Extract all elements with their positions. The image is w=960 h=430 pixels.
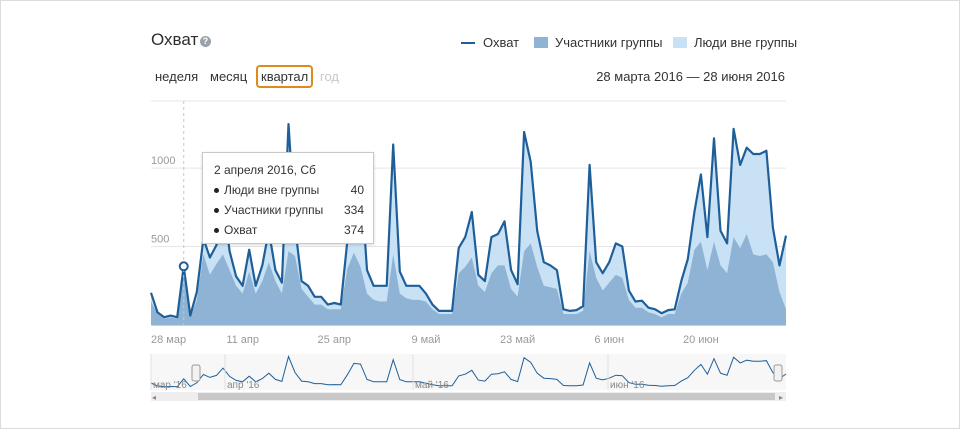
x-tick-label: 20 июн (683, 334, 719, 346)
scroll-left-arrow-icon: ◂ (152, 393, 156, 402)
range-navigator: мар '16 апр '16 май '16 июн '16 ◂ ▸ (150, 354, 787, 402)
x-tick-label: 6 июн (594, 334, 624, 346)
tooltip-date: 2 апреля 2016, Сб (214, 163, 316, 177)
x-tick-label: 11 апр (226, 334, 259, 346)
scroll-right-arrow-icon: ▸ (779, 393, 783, 402)
navigator-label: май '16 (415, 380, 449, 391)
tooltip-row-members: Участники группы 334 (214, 203, 364, 217)
x-tick-label: 9 май (411, 334, 440, 346)
tooltip-label: Люди вне группы (224, 183, 320, 197)
tooltip-value: 40 (350, 183, 364, 197)
x-axis: 28 мар 11 апр 25 апр 9 май 23 май 6 июн 20 июн (151, 334, 719, 346)
y-axis: 500 1000 (151, 155, 175, 245)
navigator-label: апр '16 (227, 380, 260, 391)
bullet-icon (214, 188, 219, 194)
tooltip-label: Охват (224, 223, 258, 237)
navigator-left-handle (191, 364, 201, 382)
navigator-label: мар '16 (153, 380, 187, 391)
tooltip-row-non-members: Люди вне группы 40 (214, 183, 364, 197)
reach-chart[interactable]: 500 1000 28 мар 11 апр 25 апр 9 май 23 май 6 и… (1, 1, 960, 430)
x-tick-label: 25 апр (318, 334, 351, 346)
tooltip-value: 374 (343, 223, 364, 237)
hover-point (178, 261, 189, 272)
chart-panel: Охват ? Охват Участники группы Люди вне … (0, 0, 960, 429)
bullet-icon (214, 208, 219, 214)
y-tick-label: 1000 (151, 155, 175, 167)
tooltip-value: 334 (343, 203, 364, 217)
chart-tooltip: 2 апреля 2016, Сб Люди вне группы 40 Уча… (202, 152, 374, 244)
bullet-icon (214, 228, 219, 234)
tooltip-label: Участники группы (224, 203, 324, 217)
navigator-label: июн '16 (610, 380, 645, 391)
y-tick-label: 500 (151, 234, 169, 246)
navigator-right-handle (773, 364, 783, 382)
scrollbar-thumb (198, 393, 775, 400)
x-tick-label: 23 май (500, 334, 535, 346)
tooltip-row-reach: Охват 374 (214, 223, 364, 237)
x-tick-label: 28 мар (151, 334, 186, 346)
